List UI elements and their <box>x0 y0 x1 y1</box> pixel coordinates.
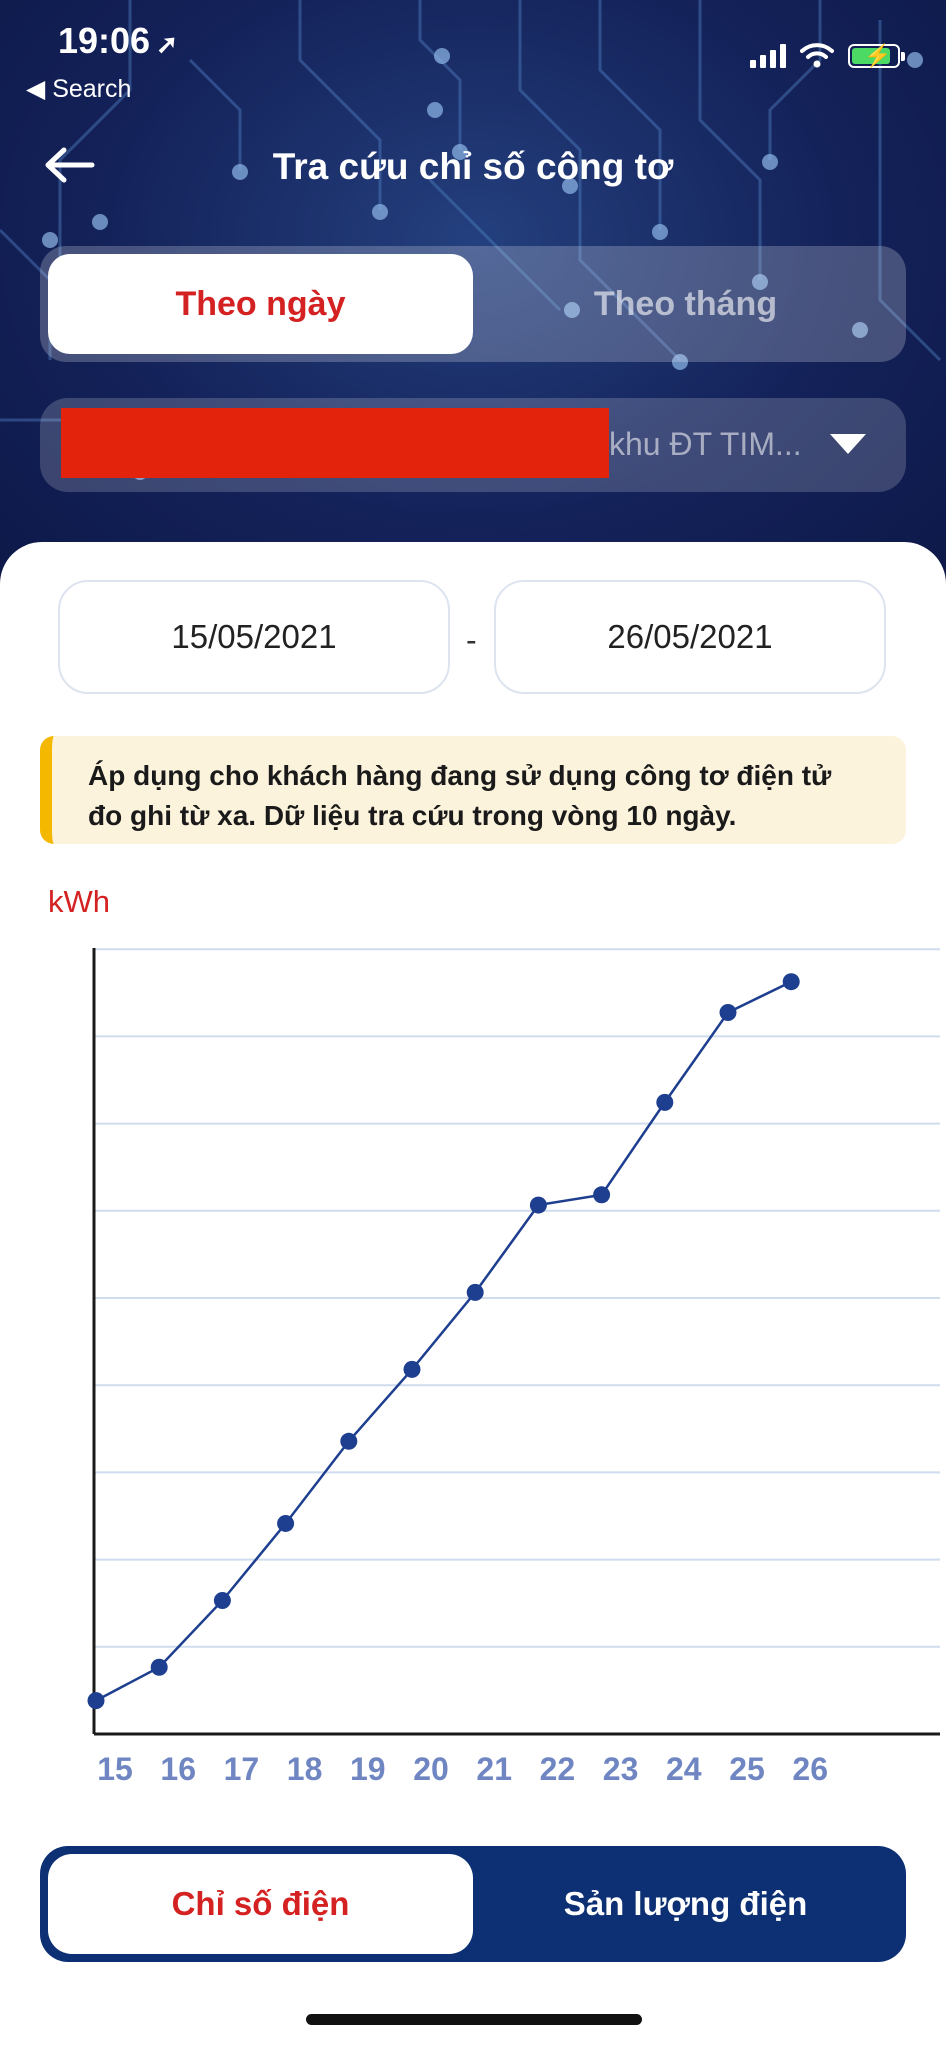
date-separator: - <box>466 622 477 658</box>
data-point <box>593 1186 611 1204</box>
consumption-line-chart: 15 16 17 18 19 20 21 22 23 24 25 26 <box>87 948 940 1787</box>
battery-icon: ⚡ <box>848 43 905 68</box>
start-date-field[interactable]: 15/05/2021 <box>58 580 450 694</box>
x-tick-label: 25 <box>729 1751 765 1787</box>
x-tick-label: 16 <box>160 1751 196 1787</box>
caret-left-icon: ◀ <box>26 75 46 103</box>
series-line <box>95 980 792 1702</box>
x-tick-label: 20 <box>413 1751 449 1787</box>
x-tick-label: 15 <box>97 1751 133 1787</box>
back-to-app-link[interactable]: ◀ Search <box>26 74 131 104</box>
home-indicator <box>306 2014 642 2025</box>
data-point <box>782 973 800 991</box>
redacted-account-name <box>61 408 609 478</box>
data-point <box>87 1692 105 1710</box>
wifi-icon <box>800 43 834 68</box>
notice-line-1: Áp dụng cho khách hàng đang sử dụng công… <box>88 760 832 791</box>
metric-segmented-control: Chỉ số điện Sản lượng điện <box>40 1846 906 1962</box>
tab-san-luong-dien[interactable]: Sản lượng điện <box>473 1854 898 1954</box>
x-tick-label: 26 <box>792 1751 828 1787</box>
dropdown-triangle-icon <box>830 434 866 454</box>
tab-theo-thang[interactable]: Theo tháng <box>473 254 898 354</box>
x-tick-label: 17 <box>224 1751 260 1787</box>
location-arrow-icon: ➚ <box>156 29 178 59</box>
account-dropdown[interactable]: khu ĐT TIM... <box>40 398 906 492</box>
account-address: khu ĐT TIM... <box>609 426 802 462</box>
info-notice: Áp dụng cho khách hàng đang sử dụng công… <box>40 736 906 844</box>
status-icons: ⚡ <box>750 42 905 68</box>
data-point <box>277 1514 295 1532</box>
data-point <box>340 1432 358 1450</box>
end-date-field[interactable]: 26/05/2021 <box>494 580 886 694</box>
x-tick-label: 22 <box>540 1751 576 1787</box>
x-tick-label: 19 <box>350 1751 386 1787</box>
data-point <box>719 1004 737 1022</box>
signal-icon <box>750 44 786 68</box>
x-tick-label: 18 <box>287 1751 323 1787</box>
data-point <box>150 1658 168 1676</box>
notice-line-2: đo ghi từ xa. Dữ liệu tra cứu trong vòng… <box>88 800 737 831</box>
page-title: Tra cứu chỉ số công tơ <box>272 146 674 187</box>
data-point <box>213 1591 231 1609</box>
data-point <box>529 1196 547 1214</box>
tab-chi-so-dien[interactable]: Chỉ số điện <box>48 1854 473 1954</box>
x-tick-label: 23 <box>603 1751 639 1787</box>
tab-theo-ngay[interactable]: Theo ngày <box>48 254 473 354</box>
x-tick-label: 24 <box>666 1751 702 1787</box>
data-point <box>466 1283 484 1301</box>
data-point <box>656 1093 674 1111</box>
period-segmented-control: Theo ngày Theo tháng <box>40 246 906 362</box>
status-time: 19:06 ➚ <box>58 20 178 61</box>
x-tick-label: 21 <box>476 1751 512 1787</box>
data-point <box>403 1360 421 1378</box>
